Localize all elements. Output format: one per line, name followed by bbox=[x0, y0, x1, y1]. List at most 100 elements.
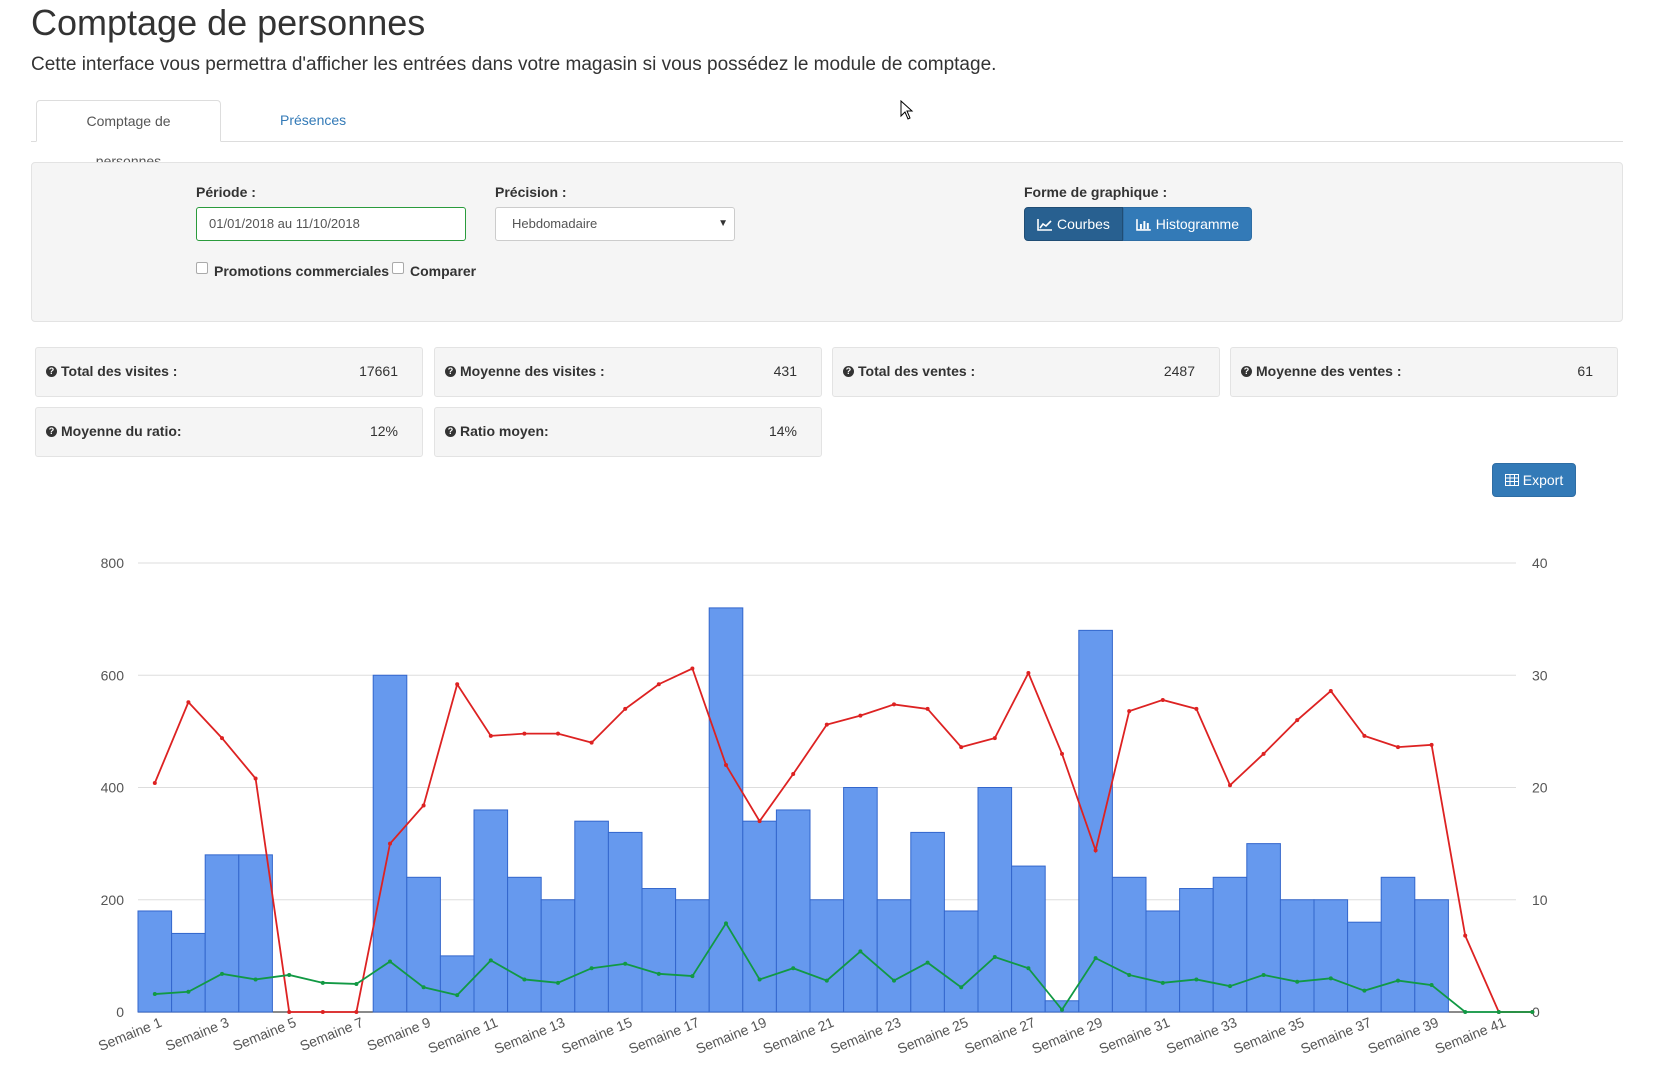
red-series-point bbox=[287, 1010, 292, 1014]
green-series-point bbox=[791, 966, 796, 971]
stat-mean-ratio: ? Ratio moyen: 14% bbox=[434, 407, 822, 457]
stat-label-text: Total des ventes : bbox=[858, 363, 976, 379]
y-left-tick-label: 800 bbox=[101, 555, 125, 571]
chart-bar bbox=[1212, 876, 1248, 1013]
precision-select[interactable]: Hebdomadaire ▼ bbox=[495, 207, 735, 241]
question-circle-icon: ? bbox=[46, 365, 57, 377]
green-series-point bbox=[1328, 976, 1333, 981]
histogram-button-label: Histogramme bbox=[1155, 216, 1239, 232]
chart-bar bbox=[809, 899, 845, 1013]
chart-bar bbox=[943, 910, 979, 1013]
green-series-point bbox=[724, 921, 728, 926]
chart-bar bbox=[473, 809, 509, 1013]
x-tick-label: Semaine 41 bbox=[1433, 1014, 1508, 1057]
red-series-point bbox=[1127, 709, 1132, 714]
red-series-point bbox=[556, 731, 560, 736]
stat-label: ? Total des visites : bbox=[46, 363, 177, 379]
y-left-tick-label: 0 bbox=[116, 1004, 124, 1020]
stat-value: 431 bbox=[773, 363, 797, 379]
stat-value: 14% bbox=[768, 423, 797, 439]
red-series-point bbox=[925, 706, 930, 711]
y-right-tick-label: 10 bbox=[1532, 892, 1548, 908]
green-series-point bbox=[757, 977, 762, 982]
red-series-point bbox=[724, 763, 728, 768]
red-series-point bbox=[1295, 718, 1300, 723]
chart-bar bbox=[238, 854, 273, 1013]
curves-button-label: Courbes bbox=[1057, 216, 1110, 232]
x-tick-label: Semaine 23 bbox=[828, 1014, 903, 1057]
chart-bar bbox=[1246, 843, 1281, 1013]
red-series-point bbox=[1228, 783, 1232, 788]
x-tick-label: Semaine 3 bbox=[163, 1014, 231, 1054]
chart-bar bbox=[742, 820, 777, 1013]
chart-bar bbox=[406, 876, 441, 1013]
chart-bar bbox=[1078, 629, 1113, 1013]
red-series-point bbox=[253, 776, 258, 781]
stat-label-text: Moyenne du ratio: bbox=[61, 423, 182, 439]
chart-bar bbox=[1313, 899, 1349, 1013]
checkbox-box[interactable] bbox=[392, 262, 404, 274]
red-series-point bbox=[421, 803, 426, 808]
chart-bar bbox=[137, 910, 173, 1013]
export-button[interactable]: Export bbox=[1492, 463, 1576, 497]
tab-people-counting[interactable]: Comptage de personnes bbox=[36, 100, 221, 169]
bar-chart-icon bbox=[1136, 218, 1151, 231]
green-series-point bbox=[556, 980, 560, 985]
y-right-tick-label: 40 bbox=[1532, 555, 1548, 571]
chart-form-label: Forme de graphique : bbox=[1024, 184, 1168, 200]
chart-bar bbox=[1279, 899, 1315, 1013]
x-tick-label: Semaine 31 bbox=[1097, 1014, 1172, 1057]
page-title: Comptage de personnes bbox=[31, 2, 426, 43]
period-input[interactable]: 01/01/2018 au 11/10/2018 bbox=[196, 207, 466, 241]
green-series-point bbox=[1463, 1010, 1468, 1014]
green-series-point bbox=[1362, 988, 1367, 993]
chart-bar bbox=[708, 607, 744, 1013]
green-series-point bbox=[1060, 1007, 1064, 1012]
tab-attendance[interactable]: Présences bbox=[265, 100, 361, 142]
histogram-button[interactable]: Histogramme bbox=[1123, 207, 1252, 241]
green-series-point bbox=[1194, 977, 1199, 982]
red-series-point bbox=[1261, 751, 1266, 756]
chart-bar bbox=[204, 854, 240, 1013]
page-description: Cette interface vous permettra d'affiche… bbox=[31, 54, 997, 75]
x-tick-label: Semaine 33 bbox=[1164, 1014, 1239, 1057]
green-series-point bbox=[320, 980, 325, 985]
x-tick-label: Semaine 35 bbox=[1231, 1014, 1306, 1057]
stat-label-text: Moyenne des visites : bbox=[460, 363, 605, 379]
stat-average-sales: ? Moyenne des ventes : 61 bbox=[1230, 347, 1618, 397]
red-series-point bbox=[1463, 933, 1468, 938]
red-series-point bbox=[152, 781, 157, 786]
green-series-point bbox=[1026, 966, 1031, 971]
red-series-point bbox=[656, 682, 661, 687]
red-series-point bbox=[522, 731, 527, 736]
red-series-point bbox=[623, 706, 628, 711]
green-series-point bbox=[522, 977, 527, 982]
chart-bar bbox=[641, 888, 677, 1013]
green-series-point bbox=[858, 949, 863, 954]
red-series-point bbox=[589, 740, 594, 745]
green-series-point bbox=[1127, 972, 1132, 977]
curves-button[interactable]: Courbes bbox=[1024, 207, 1123, 241]
stat-label: ? Total des ventes : bbox=[843, 363, 975, 379]
red-series-point bbox=[1093, 848, 1098, 853]
red-series-point bbox=[455, 682, 460, 687]
chart-bar bbox=[876, 899, 912, 1013]
stat-label-text: Total des visites : bbox=[61, 363, 178, 379]
red-series-point bbox=[992, 736, 997, 741]
green-series-point bbox=[959, 985, 964, 990]
promotions-checkbox[interactable]: Promotions commerciales bbox=[196, 262, 390, 279]
red-series-point bbox=[791, 772, 796, 777]
visits-chart: 0200400600800010203040Semaine 1 Semaine 3… bbox=[96, 555, 1548, 1057]
chart-bar bbox=[910, 831, 945, 1013]
promotions-checkbox-label: Promotions commerciales bbox=[214, 263, 390, 279]
chart-bar bbox=[507, 876, 542, 1013]
stat-value: 17661 bbox=[359, 363, 398, 379]
line-chart-icon bbox=[1037, 218, 1052, 231]
green-series-point bbox=[455, 993, 460, 998]
checkbox-box[interactable] bbox=[196, 262, 208, 274]
chart-bar bbox=[1347, 921, 1382, 1013]
x-tick-label: Semaine 1 bbox=[96, 1014, 164, 1054]
green-series-point bbox=[152, 992, 157, 997]
red-series-point bbox=[320, 1010, 325, 1014]
compare-checkbox[interactable]: Comparer bbox=[392, 262, 476, 279]
